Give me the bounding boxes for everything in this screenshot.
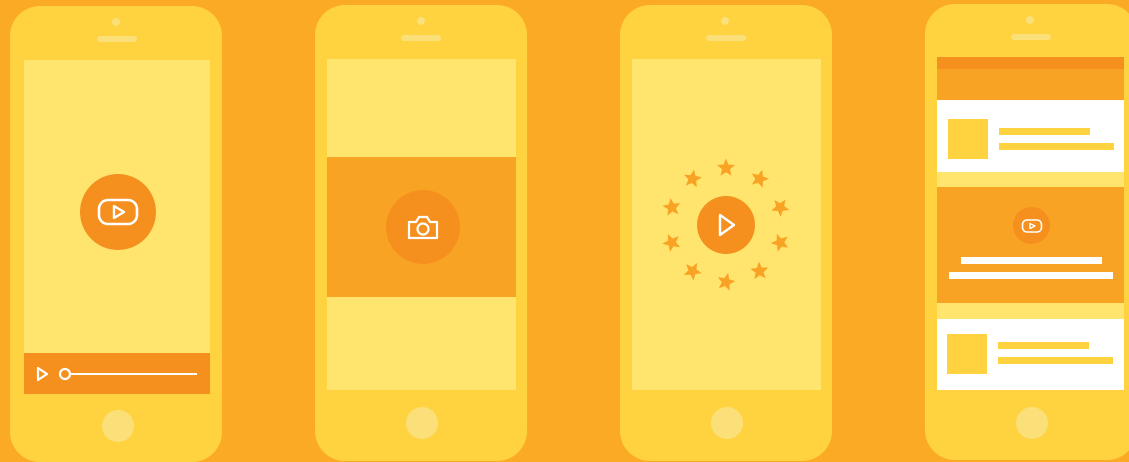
star-icon bbox=[684, 169, 702, 188]
speaker-grille bbox=[401, 35, 441, 41]
camera-button[interactable] bbox=[386, 190, 460, 264]
screen bbox=[937, 57, 1124, 390]
play-icon[interactable] bbox=[36, 366, 50, 382]
speaker-grille bbox=[97, 36, 137, 42]
speaker-grille bbox=[706, 35, 746, 41]
home-button[interactable] bbox=[406, 407, 438, 439]
video-title-line bbox=[961, 257, 1102, 264]
star-icon bbox=[716, 158, 736, 176]
speaker-grille bbox=[1011, 34, 1051, 40]
feed-top-bar bbox=[937, 57, 1124, 69]
star-icon bbox=[662, 197, 681, 216]
card-subtitle-line bbox=[998, 357, 1113, 364]
star-icon bbox=[683, 262, 702, 281]
youtube-play-icon bbox=[97, 198, 139, 226]
front-camera bbox=[417, 17, 425, 25]
camera-icon bbox=[407, 215, 439, 240]
feed-card[interactable] bbox=[937, 319, 1124, 390]
video-subtitle-line bbox=[949, 272, 1113, 279]
progress-slider[interactable] bbox=[57, 366, 199, 382]
star-icon bbox=[662, 234, 681, 252]
star-icon bbox=[751, 169, 769, 188]
video-play-button[interactable] bbox=[80, 174, 156, 250]
card-thumbnail bbox=[948, 119, 988, 159]
card-thumbnail bbox=[947, 334, 987, 374]
home-button[interactable] bbox=[102, 410, 134, 442]
screen bbox=[632, 59, 821, 390]
screen bbox=[24, 60, 210, 394]
front-camera bbox=[1026, 16, 1034, 24]
star-icon bbox=[717, 272, 736, 291]
feed-header bbox=[937, 69, 1124, 100]
player-controls bbox=[24, 353, 210, 394]
rating-stars bbox=[662, 158, 790, 291]
feed-video-play-button[interactable] bbox=[1013, 207, 1050, 244]
home-button[interactable] bbox=[1016, 407, 1048, 439]
home-button[interactable] bbox=[711, 407, 743, 439]
feed-card[interactable] bbox=[937, 100, 1124, 172]
star-icon bbox=[770, 233, 789, 252]
phone-feed bbox=[925, 4, 1129, 460]
star-icon bbox=[750, 261, 769, 280]
card-title-line bbox=[998, 342, 1089, 349]
star-icon bbox=[771, 199, 790, 217]
phone-rated-video bbox=[620, 5, 832, 461]
screen bbox=[327, 59, 516, 390]
feed-video-card[interactable] bbox=[937, 187, 1124, 303]
front-camera bbox=[112, 18, 120, 26]
card-subtitle-line bbox=[999, 143, 1114, 150]
phone-video-player bbox=[10, 6, 222, 462]
card-title-line bbox=[999, 128, 1090, 135]
youtube-play-icon bbox=[1021, 218, 1042, 233]
phone-camera bbox=[315, 5, 527, 461]
front-camera bbox=[721, 17, 729, 25]
